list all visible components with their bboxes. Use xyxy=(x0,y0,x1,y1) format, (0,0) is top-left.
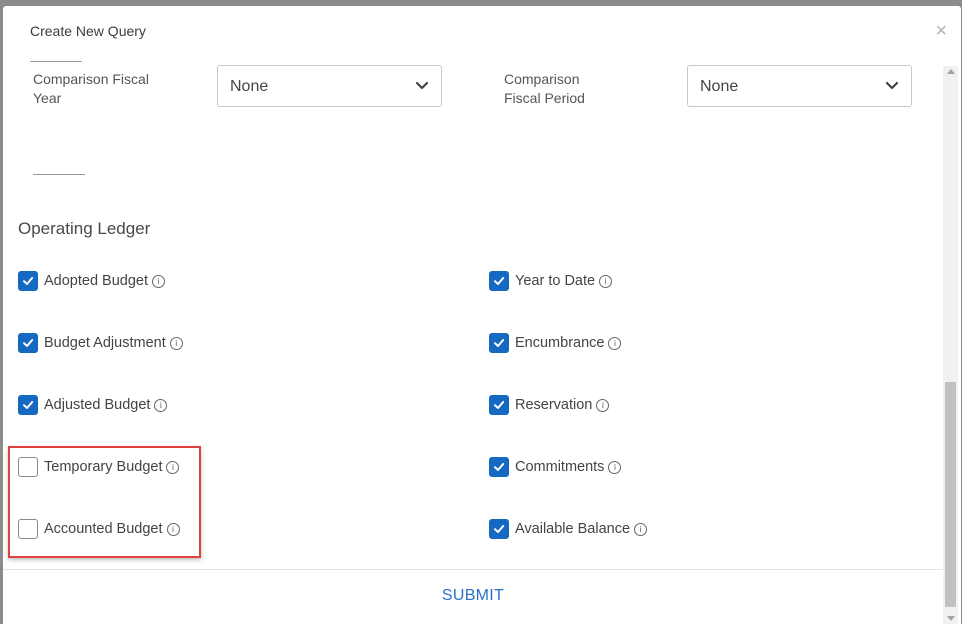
chevron-down-icon xyxy=(885,81,899,90)
checkbox-checked[interactable] xyxy=(18,333,38,353)
info-icon[interactable]: i xyxy=(169,336,183,350)
comparison-fiscal-year-select[interactable]: None xyxy=(217,65,442,107)
info-icon[interactable]: i xyxy=(152,274,166,288)
check-icon xyxy=(494,463,505,471)
vertical-scrollbar[interactable] xyxy=(943,66,958,624)
check-icon xyxy=(23,339,34,347)
checkbox-checked[interactable] xyxy=(489,457,509,477)
comparison-fiscal-year-label: Comparison Fiscal Year xyxy=(33,70,173,108)
checkbox-label: Adjusted Budget xyxy=(44,397,151,413)
budget-adjustment-option[interactable]: Budget Adjustment i xyxy=(18,333,183,353)
scroll-up-arrow-icon[interactable] xyxy=(947,69,955,74)
checkbox-label: Encumbrance xyxy=(515,335,605,351)
checkbox-checked[interactable] xyxy=(18,395,38,415)
checkbox-checked[interactable] xyxy=(489,271,509,291)
check-icon xyxy=(23,401,34,409)
check-icon xyxy=(23,277,34,285)
checkbox-checked[interactable] xyxy=(489,395,509,415)
reservation-option[interactable]: Reservation i xyxy=(489,395,610,415)
check-icon xyxy=(494,277,505,285)
label-line: Year xyxy=(33,90,62,106)
label-line: Comparison Fiscal xyxy=(33,71,149,87)
footer-divider xyxy=(3,569,943,570)
checkbox-label: Year to Date xyxy=(515,273,596,289)
checkbox-label: Budget Adjustment xyxy=(44,335,166,351)
header-divider xyxy=(30,61,82,62)
checkbox-checked[interactable] xyxy=(489,333,509,353)
check-icon xyxy=(494,401,505,409)
info-icon[interactable]: i xyxy=(599,274,613,288)
label-line: Comparison xyxy=(504,71,580,87)
checkbox-label: Commitments xyxy=(515,459,605,475)
comparison-fiscal-period-label: Comparison Fiscal Period xyxy=(504,70,644,108)
info-icon[interactable]: i xyxy=(634,522,648,536)
create-query-modal: Create New Query × Comparison Fiscal Yea… xyxy=(3,6,961,624)
info-icon[interactable]: i xyxy=(608,460,622,474)
checkbox-label: Adopted Budget xyxy=(44,273,149,289)
check-icon xyxy=(494,525,505,533)
section-divider xyxy=(33,174,85,175)
checkbox-label: Available Balance xyxy=(515,521,631,537)
modal-title: Create New Query xyxy=(30,23,146,39)
chevron-down-icon xyxy=(415,81,429,90)
year-to-date-option[interactable]: Year to Date i xyxy=(489,271,613,291)
available-balance-option[interactable]: Available Balance i xyxy=(489,519,648,539)
checkbox-checked[interactable] xyxy=(489,519,509,539)
info-icon[interactable]: i xyxy=(608,336,622,350)
info-icon[interactable]: i xyxy=(596,398,610,412)
adopted-budget-option[interactable]: Adopted Budget i xyxy=(18,271,166,291)
select-value: None xyxy=(230,78,269,95)
scroll-down-arrow-icon[interactable] xyxy=(947,616,955,621)
info-icon[interactable]: i xyxy=(154,398,168,412)
checkbox-checked[interactable] xyxy=(18,271,38,291)
comparison-fiscal-period-select[interactable]: None xyxy=(687,65,912,107)
adjusted-budget-option[interactable]: Adjusted Budget i xyxy=(18,395,168,415)
select-value: None xyxy=(700,78,739,95)
highlight-box xyxy=(8,446,201,558)
checkbox-label: Reservation xyxy=(515,397,593,413)
scrollbar-thumb[interactable] xyxy=(945,382,956,607)
encumbrance-option[interactable]: Encumbrance i xyxy=(489,333,622,353)
operating-ledger-title: Operating Ledger xyxy=(18,219,151,238)
submit-button[interactable]: SUBMIT xyxy=(3,587,943,605)
close-icon[interactable]: × xyxy=(935,21,947,41)
label-line: Fiscal Period xyxy=(504,90,585,106)
commitments-option[interactable]: Commitments i xyxy=(489,457,622,477)
check-icon xyxy=(494,339,505,347)
